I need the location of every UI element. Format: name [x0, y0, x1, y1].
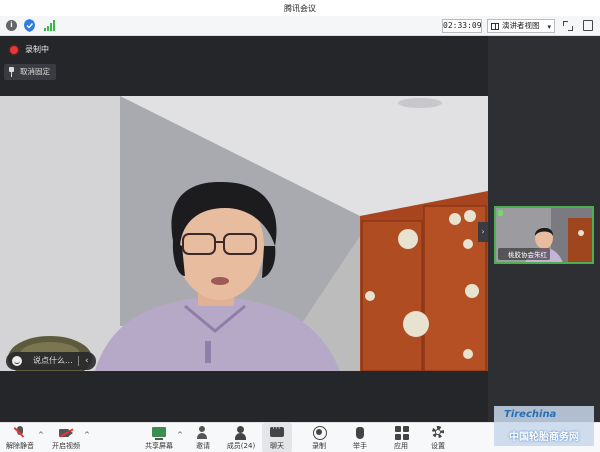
divider [78, 356, 79, 366]
share-options-caret[interactable]: ^ [177, 431, 183, 439]
info-icon[interactable]: i [6, 20, 17, 31]
camera-off-icon [58, 426, 74, 440]
microphone-muted-icon [12, 426, 28, 440]
watermark-text: 中国轮胎商务网 [509, 432, 579, 443]
settings-button[interactable]: 设置 [424, 423, 452, 452]
record-icon [311, 426, 327, 440]
invite-button[interactable]: 邀请 [190, 423, 216, 452]
main-stage: 录制中 取消固定 说点什么... ‹ [0, 36, 488, 422]
apps-label: 应用 [394, 442, 408, 450]
participant-thumbnail[interactable]: 桃胶协会朱红 [494, 206, 594, 264]
participant-panel: 桃胶协会朱红 [488, 36, 600, 422]
chat-icon [269, 424, 285, 440]
invite-icon [195, 426, 211, 440]
chat-placeholder: 说点什么... [33, 356, 73, 365]
start-video-label: 开启视频 [52, 442, 80, 450]
video-options-caret[interactable]: ^ [84, 431, 90, 439]
share-screen-button[interactable]: 共享屏幕 [143, 423, 175, 452]
chat-input-bar[interactable]: 说点什么... ‹ [6, 352, 96, 370]
raise-hand-label: 举手 [353, 442, 367, 450]
members-icon [233, 426, 249, 440]
raise-hand-button[interactable]: 举手 [346, 423, 374, 452]
participant-name: 桃胶协会朱红 [498, 248, 550, 260]
site-watermark: Tirechina 中国轮胎商务网 [494, 406, 594, 446]
invite-label: 邀请 [196, 442, 210, 450]
meeting-timer: 02:33:09 [442, 19, 482, 33]
gear-icon [430, 426, 446, 440]
chat-label: 聊天 [270, 442, 284, 450]
emoji-icon[interactable] [12, 356, 22, 366]
shield-icon[interactable] [24, 19, 35, 32]
window-title: 腾讯会议 [284, 4, 316, 13]
mic-active-icon [498, 210, 503, 216]
network-signal-icon[interactable] [44, 20, 56, 31]
start-video-button[interactable]: 开启视频 [50, 423, 82, 452]
share-screen-icon [151, 426, 167, 440]
record-label: 录制 [312, 442, 326, 450]
apps-button[interactable]: 应用 [387, 423, 415, 452]
recording-label: 录制中 [25, 45, 49, 54]
fullscreen-icon[interactable] [563, 21, 573, 31]
chevron-down-icon: ▾ [547, 23, 551, 31]
view-mode-label: 演讲者视图 [502, 21, 540, 30]
members-button[interactable]: 成员(24) [224, 423, 258, 452]
unmute-label: 解除静音 [6, 442, 34, 450]
apps-grid-icon [394, 426, 409, 440]
layout-icon [491, 23, 499, 30]
recording-dot-icon [10, 46, 18, 54]
chat-button[interactable]: 聊天 [262, 423, 292, 452]
settings-label: 设置 [431, 442, 445, 450]
pin-icon [9, 67, 14, 77]
record-button[interactable]: 录制 [305, 423, 333, 452]
title-bar: 腾讯会议 [0, 0, 600, 16]
toggle-side-panel-button[interactable]: › [478, 222, 488, 242]
view-mode-select[interactable]: 演讲者视图 ▾ [487, 19, 555, 33]
collapse-chat-icon[interactable]: ‹ [85, 352, 89, 370]
hand-icon [352, 426, 368, 440]
share-screen-label: 共享屏幕 [145, 442, 173, 450]
audio-options-caret[interactable]: ^ [38, 431, 44, 439]
unpin-button[interactable]: 取消固定 [4, 64, 56, 80]
top-toolbar: i 02:33:09 演讲者视图 ▾ [0, 16, 600, 36]
recording-indicator: 录制中 [10, 44, 49, 56]
main-video [0, 96, 488, 371]
unmute-button[interactable]: 解除静音 [4, 423, 36, 452]
window-toggle-icon[interactable] [583, 20, 593, 31]
unpin-label: 取消固定 [20, 67, 50, 76]
members-label: 成员(24) [226, 442, 256, 450]
watermark-brand: Tirechina [504, 409, 557, 420]
